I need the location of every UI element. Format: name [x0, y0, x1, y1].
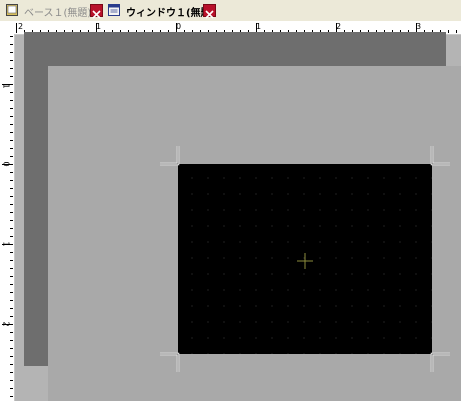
ruler-label: 3 — [416, 22, 422, 31]
tab-window-close-button[interactable] — [203, 4, 216, 19]
tab-base-screen[interactable]: ベース１(無題) — [4, 1, 92, 20]
ruler-label: 2 — [1, 321, 11, 327]
ruler-label: 1 — [256, 22, 262, 31]
close-icon — [205, 10, 214, 19]
base-screen-icon — [6, 4, 18, 16]
tab-base-label: ベース１(無題) — [24, 8, 92, 19]
ruler-label: 1 — [1, 241, 11, 247]
tab-base-close-button[interactable] — [90, 4, 103, 19]
ruler-label: 0 — [1, 161, 11, 167]
resize-handle-top-right[interactable] — [430, 144, 452, 166]
window-screen-icon — [108, 4, 120, 16]
resize-handle-top-left[interactable] — [158, 144, 180, 166]
crosshair-icon — [297, 253, 313, 269]
ruler-vertical: 1 0 1 2 — [0, 34, 15, 401]
ruler-label: 1 — [1, 83, 11, 89]
ruler-label: 2 — [336, 22, 342, 31]
resize-handle-bottom-right[interactable] — [430, 352, 452, 374]
tab-bar: ベース１(無題) ウィンドウ１(無題) — [0, 0, 461, 22]
tab-window-screen[interactable]: ウィンドウ１(無題) — [106, 1, 215, 20]
resize-handle-bottom-left[interactable] — [158, 352, 180, 374]
close-icon — [92, 10, 101, 19]
tab-window-label: ウィンドウ１(無題) — [126, 8, 216, 19]
ruler-label: 1 — [96, 22, 102, 31]
ruler-label: 0 — [176, 22, 182, 31]
ruler-ticks — [2, 36, 13, 397]
ruler-label: 2 — [18, 22, 24, 31]
